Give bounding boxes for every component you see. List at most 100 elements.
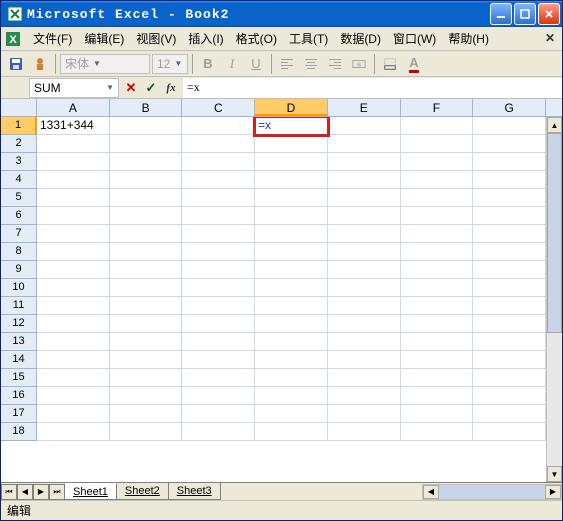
scroll-up-button[interactable]: ▲ xyxy=(547,117,562,133)
cell-a14[interactable] xyxy=(37,351,110,369)
cell-g17[interactable] xyxy=(473,405,546,423)
cell-d11[interactable] xyxy=(255,297,328,315)
cell-f2[interactable] xyxy=(401,135,474,153)
cell-c6[interactable] xyxy=(182,207,255,225)
cell-b8[interactable] xyxy=(110,243,183,261)
row-header-13[interactable]: 13 xyxy=(1,333,37,351)
cell-d3[interactable] xyxy=(255,153,328,171)
cell-d4[interactable] xyxy=(255,171,328,189)
cell-e11[interactable] xyxy=(328,297,401,315)
cell-g13[interactable] xyxy=(473,333,546,351)
cell-a15[interactable] xyxy=(37,369,110,387)
column-header-e[interactable]: E xyxy=(328,99,401,116)
row-header-4[interactable]: 4 xyxy=(1,171,37,189)
cell-a6[interactable] xyxy=(37,207,110,225)
cell-c15[interactable] xyxy=(182,369,255,387)
cell-g4[interactable] xyxy=(473,171,546,189)
cell-a8[interactable] xyxy=(37,243,110,261)
cell-f3[interactable] xyxy=(401,153,474,171)
cell-b11[interactable] xyxy=(110,297,183,315)
cell-d17[interactable] xyxy=(255,405,328,423)
cell-b17[interactable] xyxy=(110,405,183,423)
cell-g18[interactable] xyxy=(473,423,546,441)
cell-g14[interactable] xyxy=(473,351,546,369)
scroll-thumb[interactable] xyxy=(547,133,562,333)
cell-c14[interactable] xyxy=(182,351,255,369)
cell-c16[interactable] xyxy=(182,387,255,405)
cell-c11[interactable] xyxy=(182,297,255,315)
cell-f7[interactable] xyxy=(401,225,474,243)
cell-b15[interactable] xyxy=(110,369,183,387)
cell-b12[interactable] xyxy=(110,315,183,333)
borders-button[interactable] xyxy=(379,53,401,75)
cell-f5[interactable] xyxy=(401,189,474,207)
cell-d8[interactable] xyxy=(255,243,328,261)
cell-c4[interactable] xyxy=(182,171,255,189)
cell-a13[interactable] xyxy=(37,333,110,351)
cell-g5[interactable] xyxy=(473,189,546,207)
cell-f18[interactable] xyxy=(401,423,474,441)
row-header-7[interactable]: 7 xyxy=(1,225,37,243)
cell-g15[interactable] xyxy=(473,369,546,387)
tab-nav-first[interactable]: ⏮ xyxy=(1,484,17,500)
cell-e3[interactable] xyxy=(328,153,401,171)
align-center-button[interactable] xyxy=(300,53,322,75)
scroll-right-button[interactable]: ▶ xyxy=(545,485,561,499)
cell-f4[interactable] xyxy=(401,171,474,189)
row-header-5[interactable]: 5 xyxy=(1,189,37,207)
cell-e17[interactable] xyxy=(328,405,401,423)
font-size-combo[interactable]: 12 ▼ xyxy=(152,54,188,74)
column-header-b[interactable]: B xyxy=(110,99,183,116)
tab-nav-last[interactable]: ⏭ xyxy=(49,484,65,500)
hscroll-track[interactable] xyxy=(439,485,545,499)
cell-c3[interactable] xyxy=(182,153,255,171)
cell-c5[interactable] xyxy=(182,189,255,207)
align-right-button[interactable] xyxy=(324,53,346,75)
cell-b4[interactable] xyxy=(110,171,183,189)
cell-e6[interactable] xyxy=(328,207,401,225)
cell-b5[interactable] xyxy=(110,189,183,207)
tab-nav-prev[interactable]: ◀ xyxy=(17,484,33,500)
cell-e16[interactable] xyxy=(328,387,401,405)
bold-button[interactable]: B xyxy=(197,53,219,75)
menu-window[interactable]: 窗口(W) xyxy=(387,28,442,49)
cell-f6[interactable] xyxy=(401,207,474,225)
sheet-tab-3[interactable]: Sheet3 xyxy=(168,483,221,500)
cell-a7[interactable] xyxy=(37,225,110,243)
accept-formula-button[interactable]: ✓ xyxy=(143,80,159,96)
cell-c17[interactable] xyxy=(182,405,255,423)
cell-d12[interactable] xyxy=(255,315,328,333)
menu-tools[interactable]: 工具(T) xyxy=(283,28,334,49)
cell-e12[interactable] xyxy=(328,315,401,333)
cell-d1[interactable]: =x xyxy=(255,117,328,135)
menu-format[interactable]: 格式(O) xyxy=(230,28,283,49)
cell-c9[interactable] xyxy=(182,261,255,279)
column-header-g[interactable]: G xyxy=(473,99,546,116)
cell-b9[interactable] xyxy=(110,261,183,279)
cancel-formula-button[interactable]: ✕ xyxy=(123,80,139,96)
cell-f8[interactable] xyxy=(401,243,474,261)
row-header-11[interactable]: 11 xyxy=(1,297,37,315)
cell-c1[interactable] xyxy=(182,117,255,135)
cell-e9[interactable] xyxy=(328,261,401,279)
cell-g11[interactable] xyxy=(473,297,546,315)
cell-c18[interactable] xyxy=(182,423,255,441)
cell-b13[interactable] xyxy=(110,333,183,351)
vertical-scrollbar[interactable]: ▲ ▼ xyxy=(546,117,562,482)
cell-e13[interactable] xyxy=(328,333,401,351)
cell-f11[interactable] xyxy=(401,297,474,315)
column-header-d[interactable]: D xyxy=(255,99,328,116)
formula-input[interactable] xyxy=(183,78,562,98)
select-all-corner[interactable] xyxy=(1,99,37,116)
cell-g9[interactable] xyxy=(473,261,546,279)
cell-g8[interactable] xyxy=(473,243,546,261)
column-header-a[interactable]: A xyxy=(37,99,110,116)
cell-b1[interactable] xyxy=(110,117,183,135)
name-box[interactable]: SUM ▼ xyxy=(29,78,119,98)
save-button[interactable] xyxy=(5,53,27,75)
cell-a18[interactable] xyxy=(37,423,110,441)
underline-button[interactable]: U xyxy=(245,53,267,75)
cell-d5[interactable] xyxy=(255,189,328,207)
cell-e5[interactable] xyxy=(328,189,401,207)
cell-g6[interactable] xyxy=(473,207,546,225)
